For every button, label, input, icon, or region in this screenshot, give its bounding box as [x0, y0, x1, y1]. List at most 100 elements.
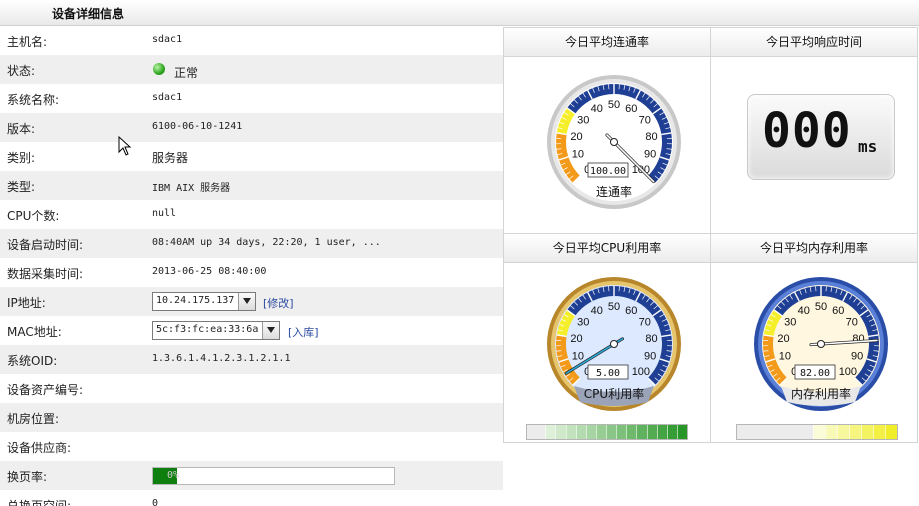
level-bar-segment: [575, 425, 586, 439]
gauge-scale-label: 40: [798, 305, 810, 317]
sysoid-label: 系统OID:: [7, 354, 58, 368]
gauge-caption: CPU利用率: [584, 386, 644, 401]
sysoid-value: 1.3.6.1.4.1.2.3.1.2.1.1: [152, 353, 291, 364]
gauge-scale-label: 40: [591, 103, 603, 115]
gauge-caption: 连通率: [596, 184, 632, 199]
collect-time-label: 数据采集时间:: [7, 267, 84, 281]
gauge-scale-label: 20: [570, 131, 582, 143]
version-label: 版本:: [7, 122, 36, 136]
row-collect-time: 数据采集时间: 2013-06-25 08:40:00: [0, 258, 503, 287]
mouse-cursor-icon: [118, 136, 132, 156]
level-bar-segment: [837, 425, 850, 439]
hostname-value: sdac1: [152, 34, 183, 45]
level-bar-segment: [769, 425, 781, 439]
row-swap-total: 总换页空间: 0: [0, 490, 503, 506]
swap-rate-text: 0%: [167, 470, 180, 481]
level-bar-segment: [536, 425, 546, 439]
panel-connectivity-title: 今日平均连通率: [504, 28, 710, 57]
level-bar-segment: [737, 425, 748, 439]
level-bar-segment: [636, 425, 647, 439]
gauge-scale-label: 60: [625, 305, 637, 317]
gauge-scale-label: 10: [779, 351, 791, 363]
sysname-label: 系统名称:: [7, 93, 60, 107]
dropdown-arrow-icon[interactable]: [238, 293, 255, 310]
level-bar-segment: [545, 425, 556, 439]
level-bar-segment: [802, 425, 814, 439]
row-sysname: 系统名称: sdac1: [0, 84, 503, 113]
connectivity-gauge: 0102030405060708090100100.00连通率: [547, 75, 681, 209]
row-mac: MAC地址: 5c:f3:fc:ea:33:6a [入库]: [0, 316, 503, 345]
row-asset-no: 设备资产编号:: [0, 374, 503, 403]
row-swap-rate: 换页率: 0%: [0, 461, 503, 490]
gauge-scale-label: 20: [777, 333, 789, 345]
gauge-hub: [817, 340, 825, 348]
level-bar-segment: [758, 425, 770, 439]
store-mac-link[interactable]: [入库]: [288, 324, 319, 340]
modify-ip-link[interactable]: [修改]: [263, 295, 294, 311]
cpu-gauge: 010203040 50 607080901005.00CPU利用率: [547, 277, 681, 411]
status-value: 正常: [174, 66, 199, 80]
memory-gauge: 010203040 50 6070809010082.00内存利用率: [754, 277, 888, 411]
level-bar-segment: [676, 425, 687, 439]
status-ok-icon: [153, 63, 165, 75]
mac-address-selected: 5c:f3:fc:ea:33:6a: [156, 324, 259, 335]
category-label: 类别:: [7, 151, 36, 165]
memory-level-bar: [736, 424, 898, 440]
gauge-scale-label: 60: [625, 103, 637, 115]
cpu-count-label: CPU个数:: [7, 209, 60, 223]
level-bar-segment: [813, 425, 826, 439]
version-value: 6100-06-10-1241: [152, 121, 243, 132]
swap-total-label: 总换页空间:: [7, 499, 72, 506]
page-header: 设备详细信息: [0, 0, 919, 26]
gauge-scale-label: 30: [577, 115, 589, 127]
panel-cpu-title: 今日平均CPU利用率: [504, 234, 710, 263]
gauge-scale-label: 70: [639, 317, 651, 329]
level-bar-segment: [555, 425, 566, 439]
gauge-scale-label: 30: [577, 317, 589, 329]
gauge-scale-label: 90: [644, 351, 656, 363]
level-bar-segment: [873, 425, 885, 439]
gauge-scale-label: 10: [572, 149, 584, 161]
supplier-label: 设备供应商:: [7, 441, 72, 455]
level-bar-segment: [646, 425, 657, 439]
level-bar-segment: [747, 425, 759, 439]
swap-rate-label: 换页率:: [7, 470, 48, 484]
row-type: 类型: IBM AIX 服务器: [0, 171, 503, 200]
swap-total-value: 0: [152, 498, 159, 506]
row-version: 版本: 6100-06-10-1241: [0, 113, 503, 142]
asset-no-label: 设备资产编号:: [7, 383, 84, 397]
gauge-scale-label: 40: [591, 305, 603, 317]
gauge-value-text: 5.00: [596, 368, 620, 379]
row-ip: IP地址: 10.24.175.137 [修改]: [0, 287, 503, 316]
ip-address-selected: 10.24.175.137: [156, 295, 235, 306]
row-sysoid: 系统OID: 1.3.6.1.4.1.2.3.1.2.1.1: [0, 345, 503, 374]
panel-response-title: 今日平均响应时间: [711, 28, 917, 57]
gauge-caption: 内存利用率: [791, 386, 851, 401]
panel-memory-title: 今日平均内存利用率: [711, 234, 917, 263]
row-cpu-count: CPU个数: null: [0, 200, 503, 229]
mac-address-select[interactable]: 5c:f3:fc:ea:33:6a: [152, 321, 280, 340]
collect-time-value: 2013-06-25 08:40:00: [152, 266, 267, 277]
gauge-scale-label: 100: [839, 366, 857, 378]
cpu-count-value: null: [152, 208, 177, 219]
dropdown-arrow-icon[interactable]: [262, 322, 279, 339]
type-value: IBM AIX 服务器: [152, 183, 231, 194]
level-bar-segment: [616, 425, 627, 439]
level-bar-segment: [595, 425, 606, 439]
level-bar-segment: [585, 425, 596, 439]
ip-label: IP地址:: [7, 296, 46, 310]
level-bar-segment: [861, 425, 874, 439]
page-title: 设备详细信息: [52, 7, 125, 21]
gauge-scale-label: 100: [632, 366, 650, 378]
level-bar-segment: [849, 425, 862, 439]
row-boot-time: 设备启动时间: 08:40AM up 34 days, 22:20, 1 use…: [0, 229, 503, 258]
gauge-scale-label: 80: [645, 131, 657, 143]
row-supplier: 设备供应商:: [0, 432, 503, 461]
ip-address-select[interactable]: 10.24.175.137: [152, 292, 256, 311]
level-bar-segment: [666, 425, 677, 439]
level-bar-segment: [656, 425, 667, 439]
row-category: 类别: 服务器: [0, 142, 503, 171]
panel-connectivity: 今日平均连通率 0102030405060708090100100.00连通率: [503, 27, 711, 234]
response-time-unit: ms: [858, 137, 878, 156]
cpu-level-bar: [526, 424, 688, 440]
